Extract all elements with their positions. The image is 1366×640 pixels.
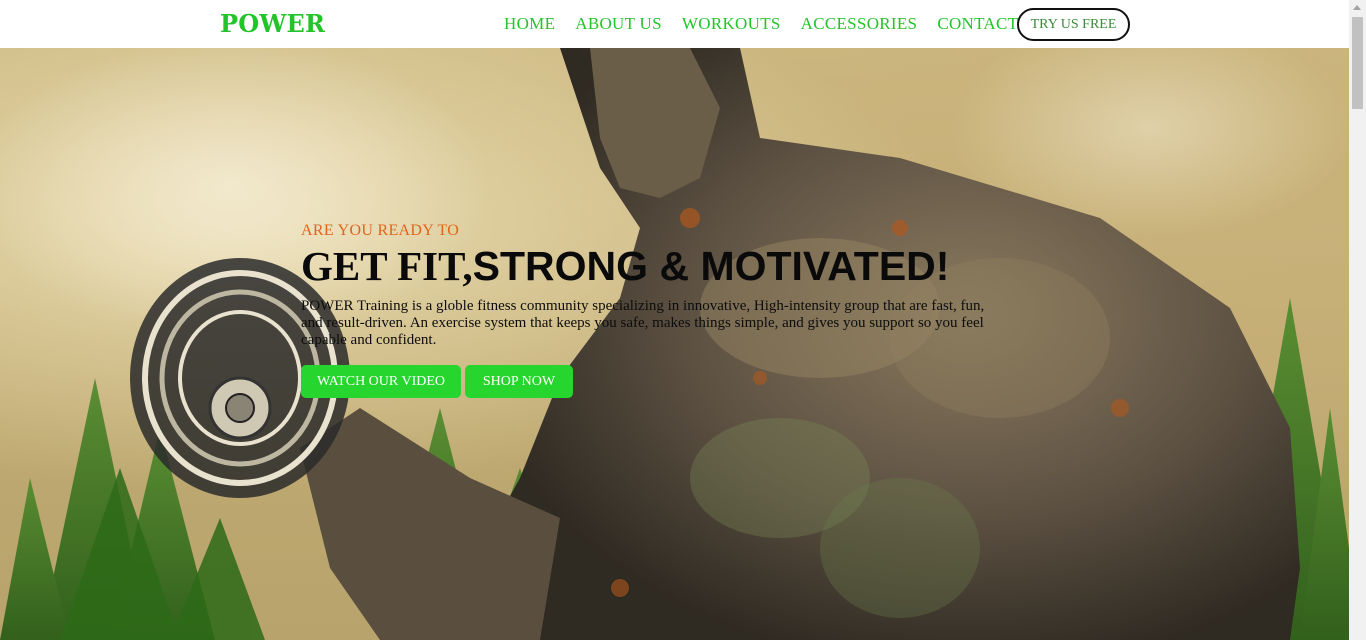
nav-link-about-us[interactable]: ABOUT US — [575, 14, 662, 34]
hero-description: POWER Training is a globle fitness commu… — [301, 298, 985, 348]
watch-video-button[interactable]: WATCH OUR VIDEO — [301, 365, 461, 398]
try-us-free-button[interactable]: TRY US FREE — [1017, 8, 1130, 41]
scrollbar-thumb[interactable] — [1352, 17, 1363, 109]
headline-part-1: GET FIT, — [301, 243, 473, 289]
hero-headline: GET FIT,STRONG & MOTIVATED! — [301, 242, 986, 290]
nav-link-home[interactable]: HOME — [504, 14, 555, 34]
main-nav: HOME ABOUT US WORKOUTS ACCESSORIES CONTA… — [504, 14, 1018, 34]
vertical-scrollbar[interactable] — [1349, 0, 1366, 640]
brand-logo[interactable]: POWER — [220, 9, 325, 38]
headline-part-2: STRONG & MOTIVATED! — [472, 243, 950, 289]
hero-eyebrow: ARE YOU READY TO — [301, 222, 460, 239]
shop-now-button[interactable]: SHOP NOW — [465, 365, 573, 398]
nav-link-workouts[interactable]: WORKOUTS — [682, 14, 781, 34]
nav-link-accessories[interactable]: ACCESSORIES — [801, 14, 918, 34]
hero-section: ARE YOU READY TO GET FIT,STRONG & MOTIVA… — [0, 48, 1349, 640]
hero-content: ARE YOU READY TO GET FIT,STRONG & MOTIVA… — [301, 222, 986, 398]
hero-cta-row: WATCH OUR VIDEO SHOP NOW — [301, 365, 573, 398]
nav-link-contact[interactable]: CONTACT — [937, 14, 1018, 34]
top-navbar: POWER HOME ABOUT US WORKOUTS ACCESSORIES… — [0, 0, 1349, 48]
scroll-up-arrow-icon[interactable] — [1353, 5, 1361, 10]
